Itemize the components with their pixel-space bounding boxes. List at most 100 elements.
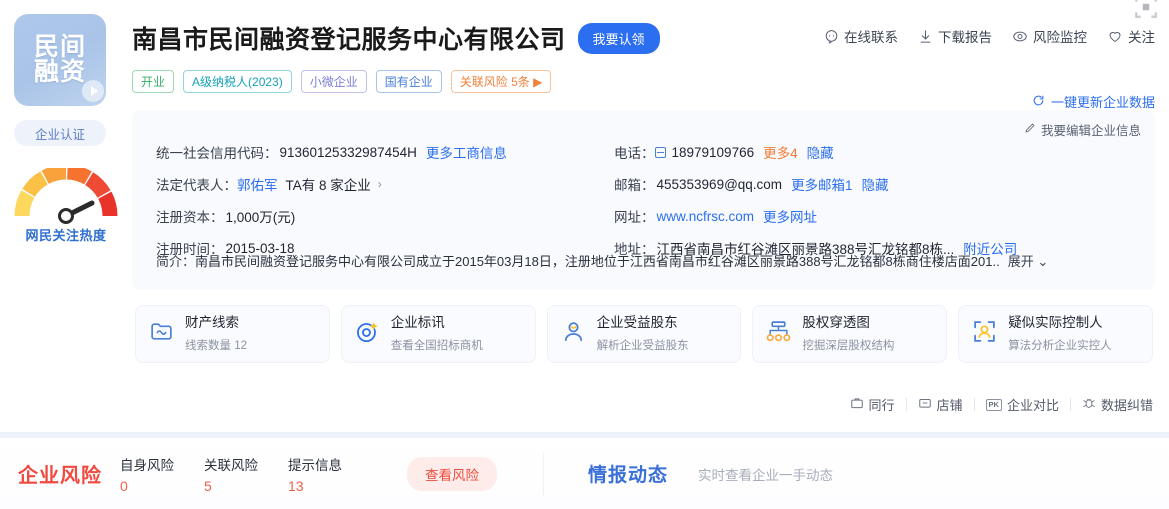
action-follow[interactable]: 关注	[1107, 26, 1155, 46]
info-label: 电话：	[614, 146, 655, 161]
info-value: 455353969@qq.com	[656, 176, 783, 192]
description-expand-toggle[interactable]: 展开 ⌄	[1008, 251, 1049, 270]
tag-taxpayer-grade[interactable]: A级纳税人(2023)	[183, 70, 292, 93]
feature-card-equity-chart[interactable]: 股权穿透图 挖掘深层股权结构	[752, 305, 948, 363]
edit-info-label: 我要编辑企业信息	[1040, 124, 1141, 138]
tag-row: 开业 A级纳税人(2023) 小微企业 国有企业 关联风险 5条 ▶	[132, 70, 1155, 93]
info-grid: 统一社会信用代码： 91360125332987454H 更多工商信息 电话： …	[156, 142, 1135, 258]
hide-emails-link[interactable]: 隐藏	[862, 174, 889, 194]
chat-icon	[824, 29, 839, 44]
heart-icon	[1107, 29, 1123, 44]
bottom-risk-bar: 企业风险 自身风险 0 关联风险 5 提示信息 13 查看风险 情报动态 实时查…	[0, 432, 1169, 509]
info-label: 法定代表人：	[156, 178, 237, 193]
action-label: 风险监控	[1033, 30, 1087, 45]
shop-icon	[918, 396, 932, 413]
feature-card-bid-news[interactable]: 企业标讯 查看全国招标商机	[340, 305, 536, 363]
info-website: 网址： www.ncfrsc.com 更多网址	[614, 206, 1135, 226]
info-phone: 电话： 18979109766 更多4 隐藏	[614, 142, 1135, 162]
refresh-icon	[1032, 94, 1045, 110]
page-header: 南昌市民间融资登记服务中心有限公司 我要认领 在线联系 下载报告 风险监控 关注…	[132, 20, 1155, 110]
risk-stat-value: 0	[120, 477, 128, 494]
toolbar-data-correction[interactable]: 数据纠错	[1082, 395, 1153, 414]
header-actions: 在线联系 下载报告 风险监控 关注	[824, 26, 1155, 46]
risk-stat-self[interactable]: 自身风险 0	[120, 454, 204, 494]
toolbar-peers[interactable]: 同行	[850, 395, 895, 414]
secondary-toolbar: 同行 店铺 PK 企业对比 数据纠错	[850, 395, 1153, 414]
feature-card-title: 企业受益股东	[596, 315, 678, 331]
scan-code-icon[interactable]	[1131, 0, 1161, 20]
pk-icon: PK	[985, 398, 1002, 411]
info-legal-person: 法定代表人： 郭佑军 TA有 8 家企业 ›	[156, 174, 614, 194]
feature-card-actual-controller[interactable]: 疑似实际控制人 算法分析企业实控人	[958, 305, 1153, 363]
toolbar-label: 数据纠错	[1100, 398, 1153, 413]
toolbar-compare[interactable]: PK 企业对比	[985, 395, 1059, 414]
logo-line-2: 融资	[33, 58, 86, 86]
chevron-right-icon[interactable]: ›	[378, 177, 382, 191]
pencil-icon	[1024, 122, 1036, 137]
update-data-link[interactable]: 一键更新企业数据	[1032, 92, 1155, 111]
folder-icon	[149, 319, 174, 349]
info-email: 邮箱： 455353969@qq.com 更多邮箱1 隐藏	[614, 174, 1135, 194]
risk-stat-label: 关联风险	[204, 457, 258, 473]
legal-person-link[interactable]: 郭佑军	[237, 174, 278, 194]
divider	[973, 398, 975, 411]
info-label: 邮箱：	[614, 178, 655, 193]
person-icon	[561, 319, 586, 349]
gauge-icon	[14, 164, 118, 224]
risk-stat-value: 5	[204, 477, 212, 494]
toolbar-label: 店铺	[936, 398, 963, 413]
info-registered-capital: 注册资本： 1,000万(元)	[156, 206, 614, 226]
website-link[interactable]: www.ncfrsc.com	[657, 209, 755, 224]
action-label: 下载报告	[938, 30, 992, 45]
scan-person-icon	[972, 319, 997, 349]
info-value: 1,000万(元)	[225, 210, 296, 225]
edit-info-link[interactable]: 我要编辑企业信息	[1024, 120, 1141, 139]
more-emails-link[interactable]: 更多邮箱1	[791, 174, 853, 194]
action-label: 在线联系	[844, 30, 898, 45]
toolbar-label: 同行	[868, 398, 895, 413]
more-phones-link[interactable]: 更多4	[763, 142, 798, 162]
divider	[543, 452, 544, 495]
description-text: 南昌市民间融资登记服务中心有限公司成立于2015年03月18日，注册地位于江西省…	[195, 254, 1000, 269]
briefcase-icon	[850, 396, 864, 413]
feature-card-sub: 查看全国招标商机	[390, 340, 483, 352]
view-risk-button[interactable]: 查看风险	[407, 456, 497, 491]
hide-phones-link[interactable]: 隐藏	[807, 142, 834, 162]
info-value: 18979109766	[671, 144, 755, 160]
more-business-info-link[interactable]: 更多工商信息	[426, 142, 507, 162]
tag-related-risk[interactable]: 关联风险 5条 ▶	[450, 70, 552, 93]
phone-icon	[654, 146, 666, 158]
action-label: 关注	[1128, 30, 1155, 45]
feature-card-sub: 算法分析企业实控人	[1008, 340, 1112, 352]
download-icon	[918, 29, 933, 44]
feature-card-sub: 线索数量 12	[185, 340, 247, 352]
action-risk-monitor[interactable]: 风险监控	[1012, 26, 1087, 46]
action-download-report[interactable]: 下载报告	[918, 26, 992, 46]
certification-badge[interactable]: 企业认证	[14, 120, 106, 146]
feature-card-sub: 解析企业受益股东	[596, 340, 689, 352]
info-label: 注册资本：	[156, 210, 224, 225]
risk-stat-value: 13	[288, 477, 304, 494]
toolbar-shop[interactable]: 店铺	[918, 395, 963, 414]
risk-stat-notice[interactable]: 提示信息 13	[288, 454, 372, 494]
action-online-contact[interactable]: 在线联系	[824, 26, 898, 46]
divider	[905, 398, 907, 411]
tag-business-status[interactable]: 开业	[132, 70, 175, 93]
info-description: 简介： 南昌市民间融资登记服务中心有限公司成立于2015年03月18日，注册地位…	[156, 251, 1135, 270]
left-rail: 民间 融资 企业认证 网民关注热度	[14, 14, 118, 244]
update-data-label: 一键更新企业数据	[1050, 95, 1155, 110]
feature-card-sub: 挖掘深层股权结构	[802, 340, 895, 352]
target-icon	[355, 319, 380, 349]
claim-button[interactable]: 我要认领	[577, 22, 660, 54]
risk-stat-related[interactable]: 关联风险 5	[204, 454, 288, 494]
play-icon[interactable]	[82, 80, 104, 102]
feature-card-beneficial-shareholder[interactable]: 企业受益股东 解析企业受益股东	[546, 305, 742, 363]
company-logo[interactable]: 民间 融资	[14, 14, 106, 106]
feature-card-title: 股权穿透图	[802, 315, 870, 331]
tag-state-owned[interactable]: 国有企业	[375, 70, 442, 93]
tag-small-micro[interactable]: 小微企业	[300, 70, 367, 93]
feature-card-property-clues[interactable]: 财产线索 线索数量 12	[135, 305, 330, 363]
feature-card-title: 财产线索	[185, 315, 239, 331]
logo-line-1: 民间	[33, 32, 86, 61]
more-websites-link[interactable]: 更多网址	[763, 206, 817, 226]
